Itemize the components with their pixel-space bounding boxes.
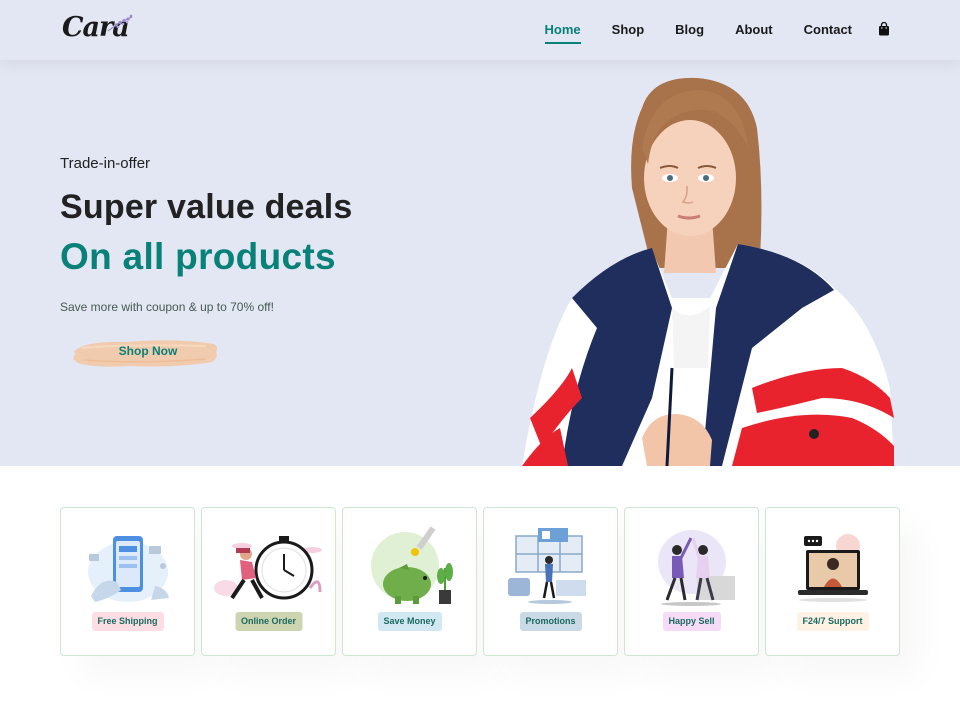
- site-header: Cara Home Shop Blog About Contact: [0, 0, 960, 60]
- nav-blog-link[interactable]: Blog: [675, 22, 704, 38]
- save-money-badge: Save Money: [377, 612, 442, 631]
- online-order-badge: Online Order: [234, 612, 303, 631]
- feature-card-happy-sell[interactable]: Happy Sell: [624, 507, 759, 656]
- clock-runner-illustration-icon: [214, 536, 322, 600]
- hero-subtext: Save more with coupon & up to 70% off!: [60, 300, 274, 314]
- hero-model-image: [522, 77, 894, 466]
- shop-now-button[interactable]: Shop Now: [66, 330, 222, 374]
- nav-contact-link[interactable]: Contact: [804, 22, 852, 38]
- main-nav: Home Shop Blog About Contact: [514, 0, 890, 60]
- promotion-window-illustration-icon: [508, 528, 586, 604]
- promotions-badge: Promotions: [519, 612, 582, 631]
- laptop-support-illustration-icon: [798, 534, 868, 602]
- happy-sell-badge: Happy Sell: [662, 612, 721, 631]
- hero-kicker: Trade-in-offer: [60, 155, 151, 172]
- shop-now-label: Shop Now: [118, 344, 178, 358]
- feature-card-promotions[interactable]: Promotions: [483, 507, 618, 656]
- feature-card-save-money[interactable]: Save Money: [342, 507, 477, 656]
- feature-card-support[interactable]: F24/7 Support: [765, 507, 900, 656]
- nav-home-link[interactable]: Home: [544, 22, 581, 44]
- hero-highlight: On all products: [60, 236, 336, 277]
- nav-shop-link[interactable]: Shop: [612, 22, 645, 38]
- support-badge: F24/7 Support: [796, 612, 869, 631]
- shopping-bag-icon[interactable]: [878, 22, 890, 36]
- feature-card-free-shipping[interactable]: Free Shipping: [60, 507, 195, 656]
- features-section: Free Shipping Online Order Save Money Pr…: [60, 507, 900, 657]
- free-shipping-badge: Free Shipping: [91, 612, 164, 631]
- high-five-illustration-icon: [658, 530, 735, 606]
- nav-about-link[interactable]: About: [735, 22, 773, 38]
- hero-section: Trade-in-offer Super value deals On all …: [0, 60, 960, 466]
- hero-headline: Super value deals: [60, 188, 353, 226]
- lavender-sprig-icon: [107, 14, 133, 32]
- feature-card-online-order[interactable]: Online Order: [201, 507, 336, 656]
- brand-logo[interactable]: Cara: [62, 12, 142, 48]
- piggy-bank-illustration-icon: [371, 526, 453, 604]
- phone-delivery-illustration-icon: [88, 536, 169, 602]
